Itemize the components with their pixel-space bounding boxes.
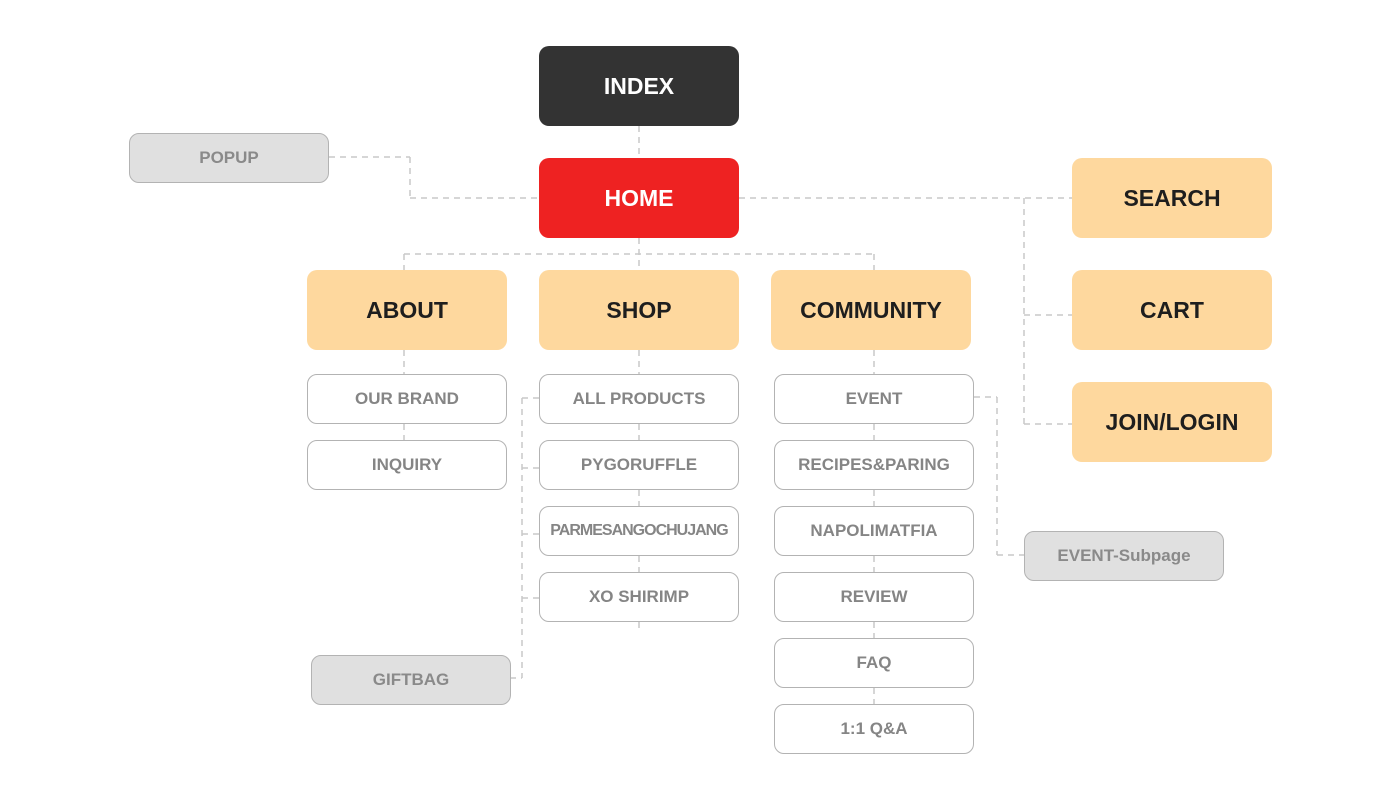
about-sub-label: OUR BRAND: [355, 389, 459, 408]
community-sub-label: NAPOLIMATFIA: [810, 521, 938, 540]
about-node: ABOUT: [307, 270, 507, 350]
shop-sub-label: XO SHIRIMP: [588, 587, 690, 606]
join-login-node: JOIN/LOGIN: [1072, 382, 1272, 462]
community-sub-label: REVIEW: [840, 587, 908, 606]
community-sub-node: NAPOLIMATFIA: [774, 506, 974, 556]
popup-node: POPUP: [129, 133, 329, 183]
home-label: HOME: [604, 184, 674, 211]
cart-label: CART: [1140, 296, 1204, 323]
home-node: HOME: [539, 158, 739, 238]
community-node: COMMUNITY: [771, 270, 971, 350]
shop-sub-label: PARMESANGOCHUJANG: [550, 522, 728, 539]
index-label: INDEX: [603, 72, 675, 99]
about-sub-node: OUR BRAND: [307, 374, 507, 424]
search-node: SEARCH: [1072, 158, 1272, 238]
popup-label: POPUP: [199, 148, 259, 167]
community-sub-node: FAQ: [774, 638, 974, 688]
shop-sub-node: PARMESANGOCHUJANG: [539, 506, 739, 556]
community-sub-node: 1:1 Q&A: [774, 704, 974, 754]
community-sub-node: RECIPES&PARING: [774, 440, 974, 490]
join-login-label: JOIN/LOGIN: [1105, 408, 1239, 435]
community-label: COMMUNITY: [800, 296, 942, 323]
shop-sub-node: PYGORUFFLE: [539, 440, 739, 490]
sitemap-diagram: INDEX HOME POPUP SEARCH CART JOIN/LOGIN …: [0, 0, 1400, 800]
community-sub-node: REVIEW: [774, 572, 974, 622]
shop-sub-label: ALL PRODUCTS: [572, 389, 706, 408]
community-sub-label: FAQ: [856, 653, 892, 672]
about-sub-node: INQUIRY: [307, 440, 507, 490]
shop-label: SHOP: [606, 296, 672, 323]
about-sub-label: INQUIRY: [371, 455, 443, 474]
event-subpage-label: EVENT-Subpage: [1057, 546, 1191, 565]
cart-node: CART: [1072, 270, 1272, 350]
index-node: INDEX: [539, 46, 739, 126]
shop-sub-node: ALL PRODUCTS: [539, 374, 739, 424]
giftbag-label: GIFTBAG: [372, 670, 450, 689]
community-sub-label: 1:1 Q&A: [840, 719, 908, 738]
shop-node: SHOP: [539, 270, 739, 350]
community-sub-node: EVENT: [774, 374, 974, 424]
about-label: ABOUT: [366, 296, 448, 323]
event-subpage-node: EVENT-Subpage: [1024, 531, 1224, 581]
shop-sub-label: PYGORUFFLE: [580, 455, 698, 474]
giftbag-node: GIFTBAG: [311, 655, 511, 705]
shop-sub-node: XO SHIRIMP: [539, 572, 739, 622]
search-label: SEARCH: [1123, 184, 1221, 211]
community-sub-label: RECIPES&PARING: [798, 455, 950, 474]
community-sub-label: EVENT: [845, 389, 903, 408]
